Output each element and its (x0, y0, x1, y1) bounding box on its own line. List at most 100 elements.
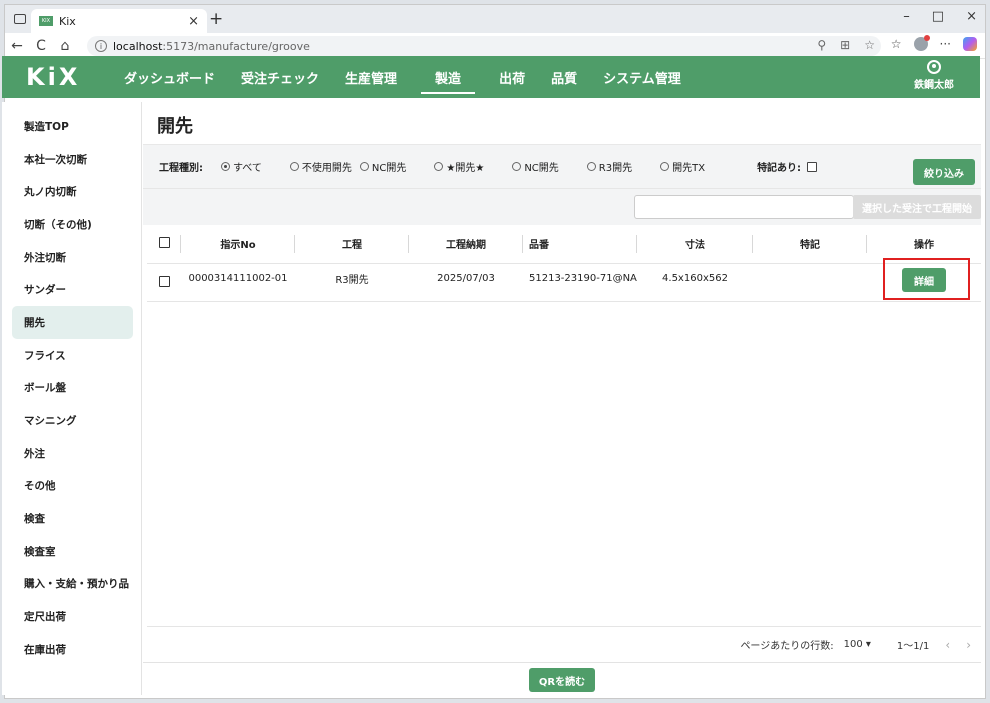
radio-label: NC開先 (524, 163, 559, 174)
radio-unused-groove[interactable]: 不使用開先 (289, 159, 352, 174)
radio-dot-icon (434, 162, 444, 171)
special-note-checkbox[interactable] (807, 161, 818, 172)
header-label: 工程納期 (446, 240, 486, 252)
select-all-checkbox[interactable] (158, 236, 170, 248)
minimize-icon[interactable]: – (903, 9, 910, 24)
filter-bar: 工程種別: すべて 不使用開先 NC開先 ★開先★ NC開先 R3開先 開先TX… (143, 145, 981, 188)
user-name: 鉄鋼太郎 (914, 80, 954, 91)
header-part-no[interactable]: 品番 (523, 225, 637, 264)
nav-manufacture[interactable]: 製造 (421, 56, 476, 98)
sidebar-item-hq-cutting[interactable]: 本社一次切断 (12, 143, 133, 176)
row-checkbox[interactable] (158, 276, 170, 287)
sidebar-item-fixed-length-shipping[interactable]: 定尺出荷 (12, 600, 133, 633)
sidebar-item-purchase[interactable]: 購入・支給・預かり品 (12, 568, 133, 601)
cell-part-no: 51213-23190-71@NA (523, 263, 637, 302)
search-input[interactable] (634, 195, 854, 219)
browser-tab[interactable]: KIX Kix × (31, 9, 207, 33)
radio-groove-tx[interactable]: 開先TX (660, 159, 705, 174)
radio-star-groove[interactable]: ★開先★ (434, 159, 484, 174)
copilot-icon[interactable] (963, 37, 977, 51)
read-qr-button[interactable]: QRを読む (529, 668, 595, 692)
pagination: ページあたりの行数: 100 ▾ 1〜1/1 ‹ › (147, 626, 981, 662)
header-label: 指示No (220, 240, 256, 252)
sidebar-item-sander[interactable]: サンダー (12, 273, 133, 306)
next-page-icon[interactable]: › (966, 638, 971, 652)
nav-quality[interactable]: 品質 (549, 56, 579, 98)
radio-dot-icon (660, 162, 670, 171)
favorite-star-icon[interactable]: ☆ (864, 38, 875, 52)
nav-order-check[interactable]: 受注チェック (239, 56, 321, 98)
cell-size: 4.5x160x562 (637, 263, 753, 302)
user-menu[interactable]: 鉄鋼太郎 (914, 60, 954, 91)
nav-system[interactable]: システム管理 (601, 56, 683, 98)
site-info-icon[interactable]: i (95, 40, 107, 52)
rows-per-page-select[interactable]: 100 ▾ (844, 639, 871, 650)
radio-nc-groove-1[interactable]: NC開先 (359, 159, 406, 174)
header-instruction-no[interactable]: 指示No (181, 225, 295, 264)
sidebar-item-outsource[interactable]: 外注 (12, 437, 133, 470)
nav-production[interactable]: 生産管理 (343, 56, 399, 98)
page-title: 開先 (157, 116, 193, 137)
sidebar: 製造TOP 本社一次切断 丸ノ内切断 切断（その他) 外注切断 サンダー 開先 … (2, 102, 142, 695)
header-label: 工程 (342, 240, 362, 252)
close-window-icon[interactable]: × (966, 9, 977, 24)
sidebar-item-outsourced-cutting[interactable]: 外注切断 (12, 241, 133, 274)
nav-dashboard[interactable]: ダッシュボード (122, 56, 217, 98)
header-note[interactable]: 特記 (753, 225, 867, 264)
start-process-button[interactable]: 選択した受注で工程開始 (853, 195, 981, 219)
reader-icon[interactable]: ⊞ (840, 38, 850, 52)
prev-page-icon[interactable]: ‹ (945, 638, 950, 652)
radio-dot-icon (359, 162, 369, 171)
sidebar-item-other[interactable]: その他 (12, 470, 133, 503)
radio-label: すべて (233, 163, 262, 174)
header-due-date[interactable]: 工程納期 (409, 225, 523, 264)
key-icon[interactable]: ⚲ (817, 38, 826, 52)
header-process[interactable]: 工程 (295, 225, 409, 264)
tab-close-icon[interactable]: × (188, 14, 199, 29)
radio-label: 不使用開先 (301, 163, 352, 174)
address-bar[interactable]: i localhost :5173/manufacture/groove (87, 36, 881, 56)
sidebar-item-stock-shipping[interactable]: 在庫出荷 (12, 633, 133, 666)
sidebar-item-drill-press[interactable]: ボール盤 (12, 372, 133, 405)
rows-per-page-label: ページあたりの行数: (740, 641, 834, 652)
sidebar-item-milling[interactable]: フライス (12, 339, 133, 372)
special-note-label: 特記あり: (757, 163, 802, 174)
maximize-icon[interactable]: □ (932, 9, 944, 24)
radio-label: ★開先★ (446, 163, 485, 174)
table-row[interactable]: 0000314111002-01 R3開先 2025/07/03 51213-2… (147, 263, 981, 302)
profile-avatar-icon[interactable] (913, 35, 930, 51)
radio-nc-groove-2[interactable]: NC開先 (512, 159, 559, 174)
reload-icon[interactable]: C (29, 38, 53, 54)
tab-title: Kix (59, 14, 76, 28)
radio-dot-icon (289, 162, 299, 171)
header-size[interactable]: 寸法 (637, 225, 753, 264)
sidebar-item-machining[interactable]: マシニング (12, 404, 133, 437)
sidebar-item-inspection-room[interactable]: 検査室 (12, 535, 133, 568)
radio-all[interactable]: すべて (221, 159, 262, 174)
new-tab-icon[interactable]: + (209, 9, 223, 29)
cell-note (753, 263, 867, 302)
search-area: 選択した受注で工程開始 (143, 188, 981, 225)
sidebar-item-groove[interactable]: 開先 (12, 306, 133, 339)
app-logo[interactable]: KiX (26, 63, 122, 91)
nav-shipping[interactable]: 出荷 (497, 56, 527, 98)
order-table: 指示No 工程 工程納期 品番 寸法 特記 操作 0000314111002-0… (147, 225, 981, 302)
tab-actions-icon[interactable] (14, 14, 26, 24)
user-icon (927, 60, 941, 74)
sidebar-item-inspection[interactable]: 検査 (12, 502, 133, 535)
sidebar-item-marunouchi-cutting[interactable]: 丸ノ内切断 (12, 175, 133, 208)
sidebar-item-manufacture-top[interactable]: 製造TOP (12, 110, 133, 143)
narrow-down-button[interactable]: 絞り込み (913, 159, 975, 185)
more-icon[interactable]: ··· (940, 37, 951, 51)
url-host: localhost (113, 39, 163, 53)
header-label: 特記 (800, 240, 820, 252)
home-icon[interactable]: ⌂ (53, 38, 77, 54)
favicon-icon: KIX (39, 16, 53, 26)
radio-r3-groove[interactable]: R3開先 (586, 159, 632, 174)
app-header: KiX ダッシュボード 受注チェック 生産管理 製造 出荷 品質 システム管理 … (2, 56, 980, 98)
radio-dot-icon (586, 162, 596, 171)
favorites-icon[interactable]: ☆ (891, 37, 902, 51)
back-icon[interactable]: ← (5, 38, 29, 54)
sidebar-item-other-cutting[interactable]: 切断（その他) (12, 208, 133, 241)
url-path: :5173/manufacture/groove (162, 39, 310, 53)
